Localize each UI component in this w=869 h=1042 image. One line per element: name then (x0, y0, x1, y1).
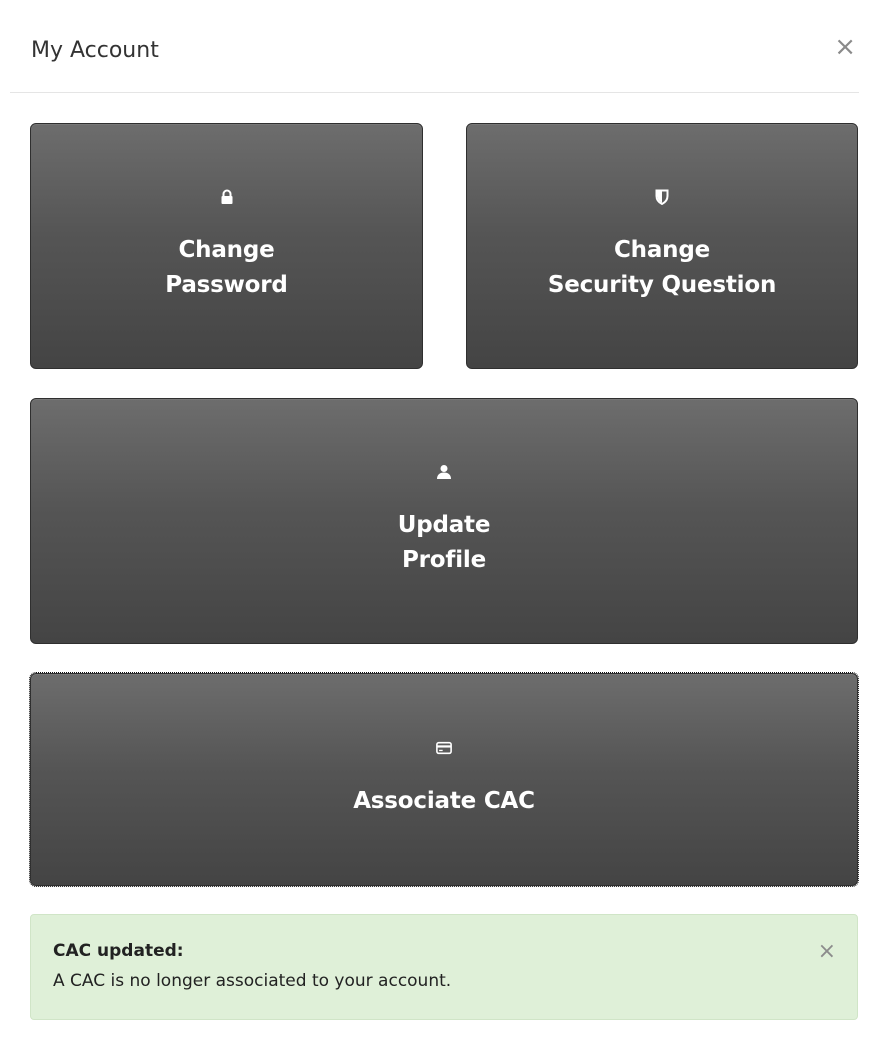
alert-title: CAC updated: (53, 941, 184, 961)
modal-close-button[interactable]: × (834, 34, 856, 60)
change-password-label: Change Password (165, 237, 288, 298)
modal-header: My Account × (0, 0, 869, 93)
credit-card-icon (436, 740, 452, 756)
lock-icon (219, 189, 235, 205)
modal-title: My Account (31, 38, 159, 63)
shield-icon (654, 189, 670, 205)
update-profile-label: Update Profile (397, 512, 491, 573)
header-divider (10, 92, 859, 93)
user-icon (436, 464, 452, 480)
change-password-button[interactable]: Change Password (30, 123, 423, 369)
change-security-question-button[interactable]: Change Security Question (466, 123, 858, 369)
alert-message: A CAC is no longer associated to your ac… (53, 971, 452, 991)
alert-close-button[interactable]: × (818, 941, 836, 963)
associate-cac-label: Associate CAC (353, 788, 535, 814)
associate-cac-button[interactable]: Associate CAC (29, 672, 859, 887)
cac-updated-alert: CAC updated: A CAC is no longer associat… (30, 914, 858, 1020)
change-security-question-label: Change Security Question (547, 237, 777, 298)
update-profile-button[interactable]: Update Profile (30, 398, 858, 644)
